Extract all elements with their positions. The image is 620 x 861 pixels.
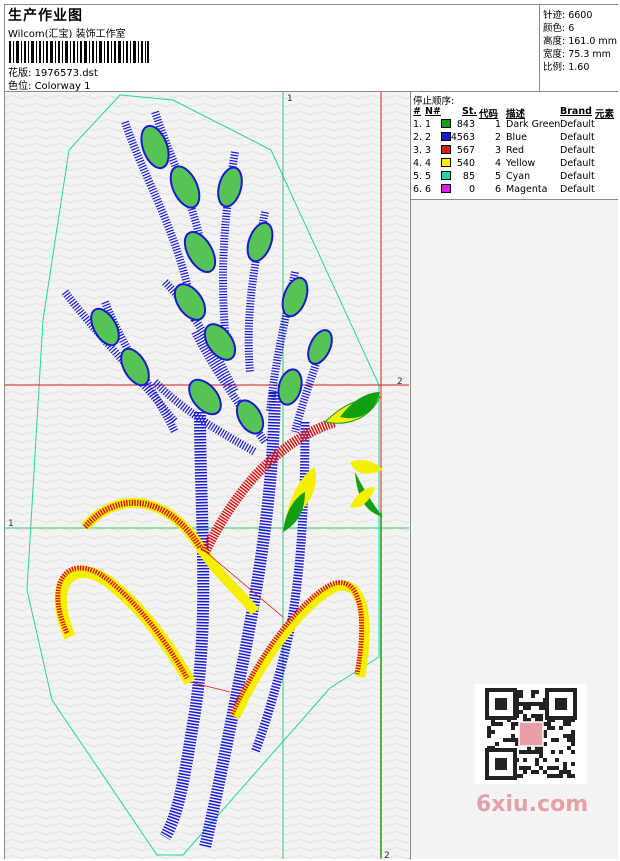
guide-label-left-1: 1 <box>8 519 14 529</box>
table-row: 1. 1 843 1 Dark Green Default <box>411 119 618 132</box>
color-swatch <box>441 145 451 154</box>
stat-stitches: 针迹: 6600 <box>543 10 593 21</box>
sheet-header: 生产作业图 Wilcom(汇宝) 装饰工作室 花版: 1976573.dst 色… <box>5 5 618 92</box>
cell-desc: Magenta <box>506 184 548 195</box>
info-panel: 停止顺序: # N# St. 代码 描述 Brand 元素 1. 1 843 1 Dar… <box>410 92 618 859</box>
cell-index: 6. <box>413 184 423 195</box>
table-row: 6. 6 0 6 Magenta Default <box>411 184 618 197</box>
cell-stitches: 843 <box>456 119 475 130</box>
cell-code: 4 <box>494 158 501 169</box>
cell-brand: Default <box>560 119 595 130</box>
col-header-stitches: St. <box>462 106 477 117</box>
stat-height: 高度: 161.0 mm <box>543 36 617 47</box>
stat-colors: 颜色: 6 <box>543 23 575 34</box>
colorway-label: 色位: <box>8 81 32 92</box>
stat-width: 宽度: 75.3 mm <box>543 49 611 60</box>
cell-n: 4 <box>425 158 432 169</box>
cell-brand: Default <box>560 145 595 156</box>
cell-desc: Yellow <box>506 158 536 169</box>
cell-stitches: 540 <box>456 158 475 169</box>
watermark-text: 6xiu.com <box>476 792 589 817</box>
colorway-info: 色位: Colorway 1 <box>8 77 90 92</box>
color-swatch <box>441 119 451 128</box>
cell-stitches: 4563 <box>450 132 475 143</box>
col-header-n: N# <box>425 106 441 117</box>
color-swatch <box>441 184 451 193</box>
cell-desc: Dark Green <box>506 119 561 130</box>
cell-n: 2 <box>425 132 432 143</box>
cell-desc: Cyan <box>506 171 531 182</box>
stop-sequence-title: 停止顺序: <box>413 96 455 107</box>
table-row: 2. 2 4563 2 Blue Default <box>411 132 618 145</box>
cell-stitches: 567 <box>456 145 475 156</box>
table-row: 5. 5 85 5 Cyan Default <box>411 171 618 184</box>
guide-label-right-2: 2 <box>397 377 403 387</box>
color-swatch <box>441 132 451 141</box>
cell-brand: Default <box>560 158 595 169</box>
table-row: 3. 3 567 3 Red Default <box>411 145 618 158</box>
guide-label-bottom-2: 2 <box>384 851 390 859</box>
cell-brand: Default <box>560 184 595 195</box>
cell-index: 5. <box>413 171 423 182</box>
cell-brand: Default <box>560 132 595 143</box>
table-row: 4. 4 540 4 Yellow Default <box>411 158 618 171</box>
cell-n: 6 <box>425 184 432 195</box>
stop-sequence-table: 停止顺序: # N# St. 代码 描述 Brand 元素 1. 1 843 1 Dar… <box>411 92 618 200</box>
col-header-code: 代码 <box>479 109 499 120</box>
guide-label-top-1: 1 <box>287 94 293 104</box>
company-name: Wilcom(汇宝) 装饰工作室 <box>8 29 126 40</box>
col-header-brand: Brand <box>560 106 592 117</box>
cell-stitches: 85 <box>462 171 475 182</box>
cell-index: 4. <box>413 158 423 169</box>
cell-code: 3 <box>494 145 501 156</box>
barcode <box>9 41 149 63</box>
cell-n: 3 <box>425 145 432 156</box>
production-sheet: 生产作业图 Wilcom(汇宝) 装饰工作室 花版: 1976573.dst 色… <box>4 4 618 859</box>
cell-code: 1 <box>494 119 501 130</box>
embroidery-preview: 1 2 1 2 <box>5 92 409 859</box>
cell-desc: Blue <box>506 132 528 143</box>
colorway-value: Colorway 1 <box>34 81 91 92</box>
stat-scale: 比例: 1.60 <box>543 62 590 73</box>
col-header-index: # <box>413 106 421 117</box>
qr-code <box>475 684 587 784</box>
cell-code: 2 <box>494 132 501 143</box>
design-canvas: 1 2 1 2 <box>5 92 409 859</box>
cell-n: 5 <box>425 171 432 182</box>
cell-index: 2. <box>413 132 423 143</box>
cell-index: 1. <box>413 119 423 130</box>
cell-stitches: 0 <box>468 184 475 195</box>
cell-code: 5 <box>494 171 501 182</box>
sheet-title: 生产作业图 <box>8 8 83 24</box>
cell-n: 1 <box>425 119 432 130</box>
cell-brand: Default <box>560 171 595 182</box>
cell-index: 3. <box>413 145 423 156</box>
cell-desc: Red <box>506 145 525 156</box>
color-swatch <box>441 158 451 167</box>
col-header-element: 元素 <box>595 109 615 120</box>
design-stats: 针迹: 6600 颜色: 6 高度: 161.0 mm 宽度: 75.3 mm … <box>539 5 618 91</box>
col-header-desc: 描述 <box>506 109 526 120</box>
cell-code: 6 <box>494 184 501 195</box>
color-swatch <box>441 171 451 180</box>
